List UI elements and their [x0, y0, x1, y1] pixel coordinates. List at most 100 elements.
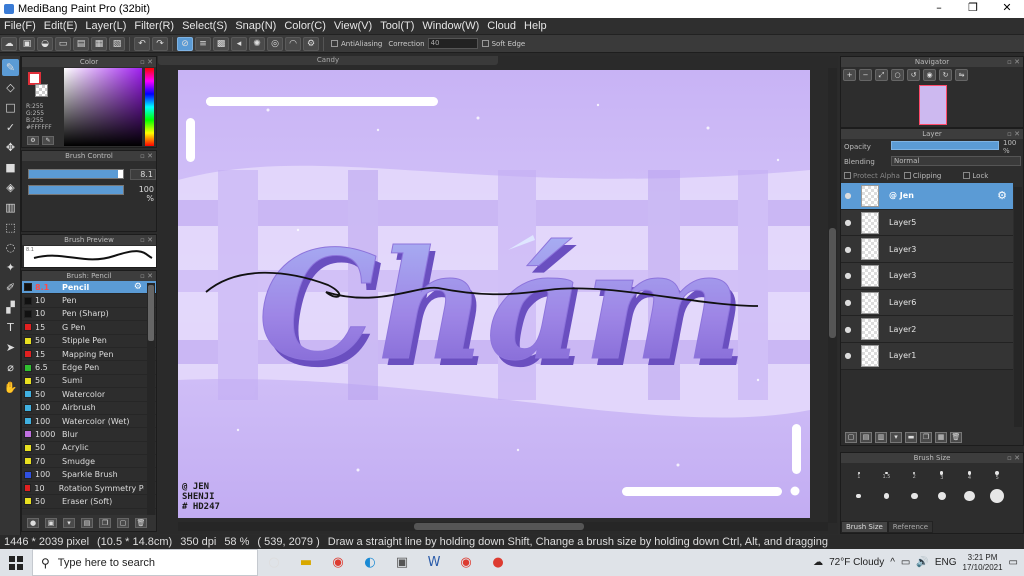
menu-edit[interactable]: Edit(E) [40, 18, 82, 35]
page-icon[interactable]: ▤ [73, 36, 89, 51]
soft-edge-checkbox[interactable] [481, 40, 489, 47]
vertical-scroll-thumb[interactable] [829, 228, 836, 338]
layer-row[interactable]: ● Layer2 [841, 316, 1013, 344]
layer-visibility-icon[interactable]: ● [841, 271, 855, 280]
file-explorer-icon[interactable]: ▬ [290, 549, 322, 576]
fit-icon[interactable]: ⤢ [875, 69, 888, 81]
close-button[interactable]: ✕ [990, 0, 1024, 18]
snap-radial-icon[interactable]: ✺ [249, 36, 265, 51]
brush-add-icon[interactable]: ● [27, 518, 39, 528]
add-layer-menu-icon[interactable]: ▾ [890, 431, 902, 443]
lasso-tool-icon[interactable]: ◌ [2, 239, 19, 256]
hand-tool-icon[interactable]: ✋ [2, 379, 19, 396]
comment-icon[interactable]: ▭ [55, 36, 71, 51]
antialiasing-checkbox[interactable] [331, 40, 338, 47]
layer-visibility-icon[interactable]: ● [841, 191, 855, 200]
layer-visibility-icon[interactable]: ● [841, 245, 855, 254]
layer-list-scrollbar[interactable] [1014, 187, 1022, 427]
layer-blending-select[interactable]: Normal [891, 156, 1021, 166]
brush-list-scroll-thumb[interactable] [148, 285, 154, 341]
brush-item[interactable]: 50 Sumi [22, 375, 156, 389]
taskbar-search[interactable]: ⚲ Type here to search [32, 549, 258, 576]
dot-tool-icon[interactable]: □ [2, 99, 19, 116]
brush-item[interactable]: 50 Watercolor [22, 388, 156, 402]
magic-wand-icon[interactable]: ✦ [2, 259, 19, 276]
delete-layer-icon[interactable]: 🗑 [950, 431, 962, 443]
snap-off-icon[interactable]: ⊘ [177, 36, 193, 51]
menu-filter[interactable]: Filter(R) [130, 18, 178, 35]
brush-size-preset[interactable]: 1.5 [873, 467, 901, 485]
brush-item[interactable]: 100 Sparkle Brush [22, 468, 156, 482]
tab-reference[interactable]: Reference [887, 521, 934, 533]
network-icon[interactable]: ▭ [901, 557, 910, 568]
brush-menu-icon[interactable]: ▾ [63, 518, 75, 528]
brush-delete-icon[interactable]: 🗑 [135, 518, 147, 528]
brush-item[interactable]: 50 Stipple Pen [22, 335, 156, 348]
operation-tool-icon[interactable]: ➤ [2, 339, 19, 356]
brush-item[interactable]: 100 Watercolor (Wet) [22, 415, 156, 429]
menu-tool[interactable]: Tool(T) [376, 18, 418, 35]
new-8bit-layer-icon[interactable]: ▥ [875, 431, 887, 443]
menu-layer[interactable]: Layer(L) [81, 18, 130, 35]
clipping-option[interactable]: Clipping [903, 172, 941, 180]
snap-cross-icon[interactable]: ▩ [213, 36, 229, 51]
canvas[interactable]: Chám Chám @ JEN SHENJI # HD247 [178, 70, 810, 518]
panel-close-icon[interactable]: ▫ ✕ [1007, 453, 1020, 463]
panel-close-icon[interactable]: ▫ ✕ [140, 271, 153, 281]
move-tool-icon[interactable]: ✥ [2, 139, 19, 156]
undo-icon[interactable]: ↶ [134, 36, 150, 51]
brush-item[interactable]: 15 Mapping Pen [22, 348, 156, 362]
horizontal-scroll-thumb[interactable] [414, 523, 584, 530]
layer-visibility-icon[interactable]: ● [841, 298, 855, 307]
word-icon[interactable]: W [418, 549, 450, 576]
canvas-horizontal-scrollbar[interactable] [178, 522, 828, 531]
snap-curve-icon[interactable]: ◠ [285, 36, 301, 51]
notifications-icon[interactable]: ▭ [1009, 557, 1018, 568]
brush-item[interactable]: 70 Smudge [22, 455, 156, 469]
brush-size-value[interactable]: 8.1 [130, 169, 156, 180]
divide-tool-icon[interactable]: ▞ [2, 299, 19, 316]
rotate-reset-icon[interactable]: ◉ [923, 69, 936, 81]
bucket-tool-icon[interactable]: ◈ [2, 179, 19, 196]
select-pen-icon[interactable]: ✓ [2, 119, 19, 136]
layer-row[interactable]: ● @ Jen ⚙ [841, 183, 1013, 210]
hue-slider[interactable] [145, 68, 154, 146]
store-icon[interactable]: ▣ [386, 549, 418, 576]
tray-chevron-icon[interactable]: ^ [890, 557, 895, 568]
brush-item[interactable]: 8.1 Pencil ⚙ [22, 281, 156, 295]
brush-item[interactable]: 6.5 Edge Pen [22, 361, 156, 375]
canvas-vertical-scrollbar[interactable] [828, 68, 837, 523]
brush-item[interactable]: 15 G Pen [22, 321, 156, 335]
chrome-profile-icon[interactable]: ◉ [450, 549, 482, 576]
grid-icon[interactable]: ▦ [91, 36, 107, 51]
brush-item[interactable]: 50 Acrylic [22, 442, 156, 456]
brush-item[interactable]: 1000 Blur [22, 428, 156, 442]
brush-list-scrollbar[interactable] [147, 283, 155, 515]
zoom-reset-icon[interactable]: ○ [891, 69, 904, 81]
eraser-tool-icon[interactable]: ◇ [2, 79, 19, 96]
brush-item[interactable]: 10 Pen [22, 294, 156, 308]
lang-indicator[interactable]: ENG [935, 557, 957, 568]
navigator-thumbnail[interactable] [919, 85, 947, 125]
flip-icon[interactable]: ⇋ [955, 69, 968, 81]
new-halftone-layer-icon[interactable]: ▤ [860, 431, 872, 443]
saturation-value-picker[interactable] [64, 68, 142, 146]
brush-item[interactable]: 10 Rotation Symmetry Pen [22, 482, 156, 496]
chrome-icon[interactable]: ◉ [322, 549, 354, 576]
new-layer-icon[interactable]: ▢ [845, 431, 857, 443]
brush-item[interactable]: 10 Pen (Sharp) [22, 308, 156, 322]
eyedropper-icon[interactable]: ⌀ [2, 359, 19, 376]
windows-start-icon[interactable] [0, 549, 32, 576]
brush-size-preset[interactable] [956, 487, 984, 505]
layer-row[interactable]: ● Layer5 [841, 209, 1013, 237]
transparent-color-swatch[interactable] [35, 84, 48, 97]
menu-snap[interactable]: Snap(N) [231, 18, 280, 35]
snap-circle-icon[interactable]: ◎ [267, 36, 283, 51]
zoom-in-icon[interactable]: + [843, 69, 856, 81]
brush-settings-icon[interactable]: ⚙ [134, 282, 142, 292]
snap-parallel-icon[interactable]: ≡ [195, 36, 211, 51]
protect-alpha-option[interactable]: Protect Alpha [844, 172, 900, 180]
restore-button[interactable]: ❐ [956, 0, 990, 18]
brush-size-preset[interactable]: 1 [845, 467, 873, 485]
select-rect-icon[interactable]: ⬚ [2, 219, 19, 236]
